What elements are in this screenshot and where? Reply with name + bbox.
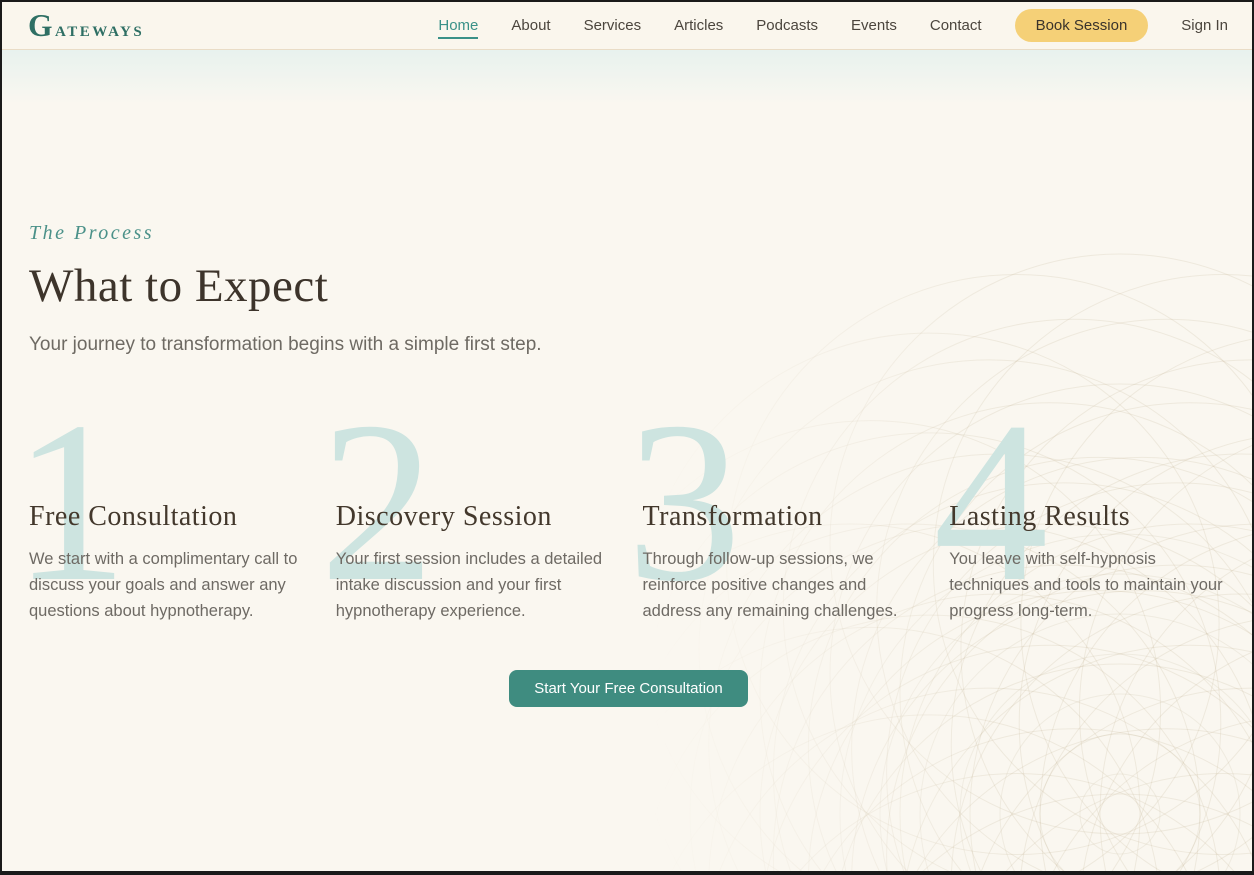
step-title: Discovery Session — [336, 500, 615, 534]
step-description: We start with a complimentary call to di… — [29, 546, 308, 624]
step-description: Your first session includes a detailed i… — [336, 546, 615, 624]
nav-item-articles[interactable]: Articles — [674, 12, 723, 39]
process-section: The Process What to Expect Your journey … — [2, 104, 1252, 707]
nav-item-services[interactable]: Services — [584, 12, 642, 39]
process-step-1: 1 Free Consultation We start with a comp… — [29, 430, 308, 624]
section-title: What to Expect — [29, 259, 1228, 313]
brand-logo[interactable]: Gateways — [28, 10, 144, 42]
nav-item-about[interactable]: About — [511, 12, 550, 39]
nav-item-home[interactable]: Home — [438, 12, 478, 39]
nav-item-podcasts[interactable]: Podcasts — [756, 12, 818, 39]
step-description: Through follow-up sessions, we reinforce… — [643, 546, 922, 624]
nav-item-events[interactable]: Events — [851, 12, 897, 39]
cta-row: Start Your Free Consultation — [29, 670, 1228, 707]
step-title: Lasting Results — [949, 500, 1228, 534]
step-title: Free Consultation — [29, 500, 308, 534]
section-eyebrow: The Process — [29, 222, 1228, 245]
step-title: Transformation — [643, 500, 922, 534]
process-steps: 1 Free Consultation We start with a comp… — [29, 430, 1228, 624]
process-step-3: 3 Transformation Through follow-up sessi… — [643, 430, 922, 624]
hero-gradient-band — [2, 50, 1252, 104]
step-description: You leave with self-hypnosis techniques … — [949, 546, 1228, 624]
section-subtitle: Your journey to transformation begins wi… — [29, 331, 1228, 358]
window-frame: Gateways Home About Services Articles Po… — [0, 0, 1254, 875]
main-nav: Home About Services Articles Podcasts Ev… — [438, 9, 1228, 42]
process-step-2: 2 Discovery Session Your first session i… — [336, 430, 615, 624]
process-step-4: 4 Lasting Results You leave with self-hy… — [949, 430, 1228, 624]
book-session-button[interactable]: Book Session — [1015, 9, 1149, 42]
site-header: Gateways Home About Services Articles Po… — [2, 2, 1252, 50]
nav-item-contact[interactable]: Contact — [930, 12, 982, 39]
start-consultation-button[interactable]: Start Your Free Consultation — [509, 670, 747, 707]
sign-in-link[interactable]: Sign In — [1181, 17, 1228, 34]
